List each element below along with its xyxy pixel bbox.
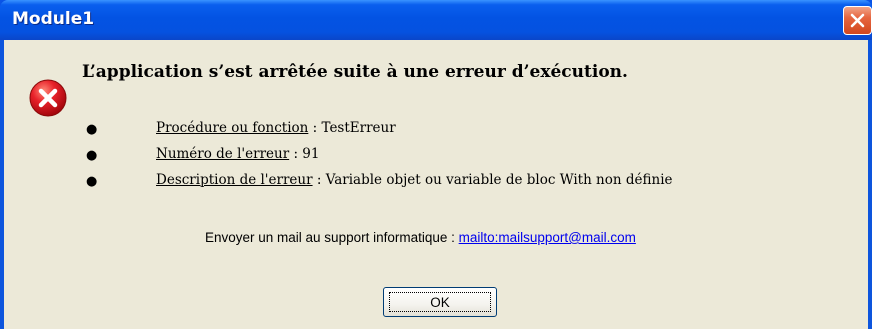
ok-button[interactable]: OK (383, 287, 497, 317)
window-frame-right (868, 40, 872, 329)
bullet-icon: ● (86, 148, 98, 163)
list-item-value: Variable objet ou variable de bloc With … (325, 172, 673, 188)
list-item-separator: : (312, 172, 326, 188)
dialog-window: Module1 L’application s’est arrêtée suit… (0, 0, 872, 329)
bullet-icon: ● (86, 122, 98, 137)
error-icon (29, 79, 67, 117)
list-item-label: Numéro de l'erreur (156, 146, 290, 162)
list-item-text: Numéro de l'erreur : 91 (156, 146, 319, 162)
window-title: Module1 (12, 9, 95, 29)
list-item-separator: : (308, 120, 322, 136)
list-item-text: Procédure ou fonction : TestErreur (156, 120, 396, 136)
error-heading: L’application s’est arrêtée suite à une … (82, 62, 628, 82)
list-item-value: 91 (302, 146, 320, 162)
title-bar[interactable]: Module1 (0, 0, 872, 40)
close-button[interactable] (843, 6, 872, 35)
list-item-label: Description de l'erreur (156, 172, 313, 188)
list-item-value: TestErreur (321, 120, 396, 136)
bullet-icon: ● (86, 174, 98, 189)
ok-button-label: OK (430, 294, 450, 310)
list-item-text: Description de l'erreur : Variable objet… (156, 172, 673, 188)
support-mail-link[interactable]: mailto:mailsupport@mail.com (459, 230, 636, 245)
support-line: Envoyer un mail au support informatique … (205, 230, 636, 245)
close-icon (850, 13, 865, 28)
support-text: Envoyer un mail au support informatique … (205, 230, 459, 245)
list-item-separator: : (289, 146, 303, 162)
dialog-body: L’application s’est arrêtée suite à une … (4, 40, 868, 329)
list-item-label: Procédure ou fonction (156, 120, 309, 136)
